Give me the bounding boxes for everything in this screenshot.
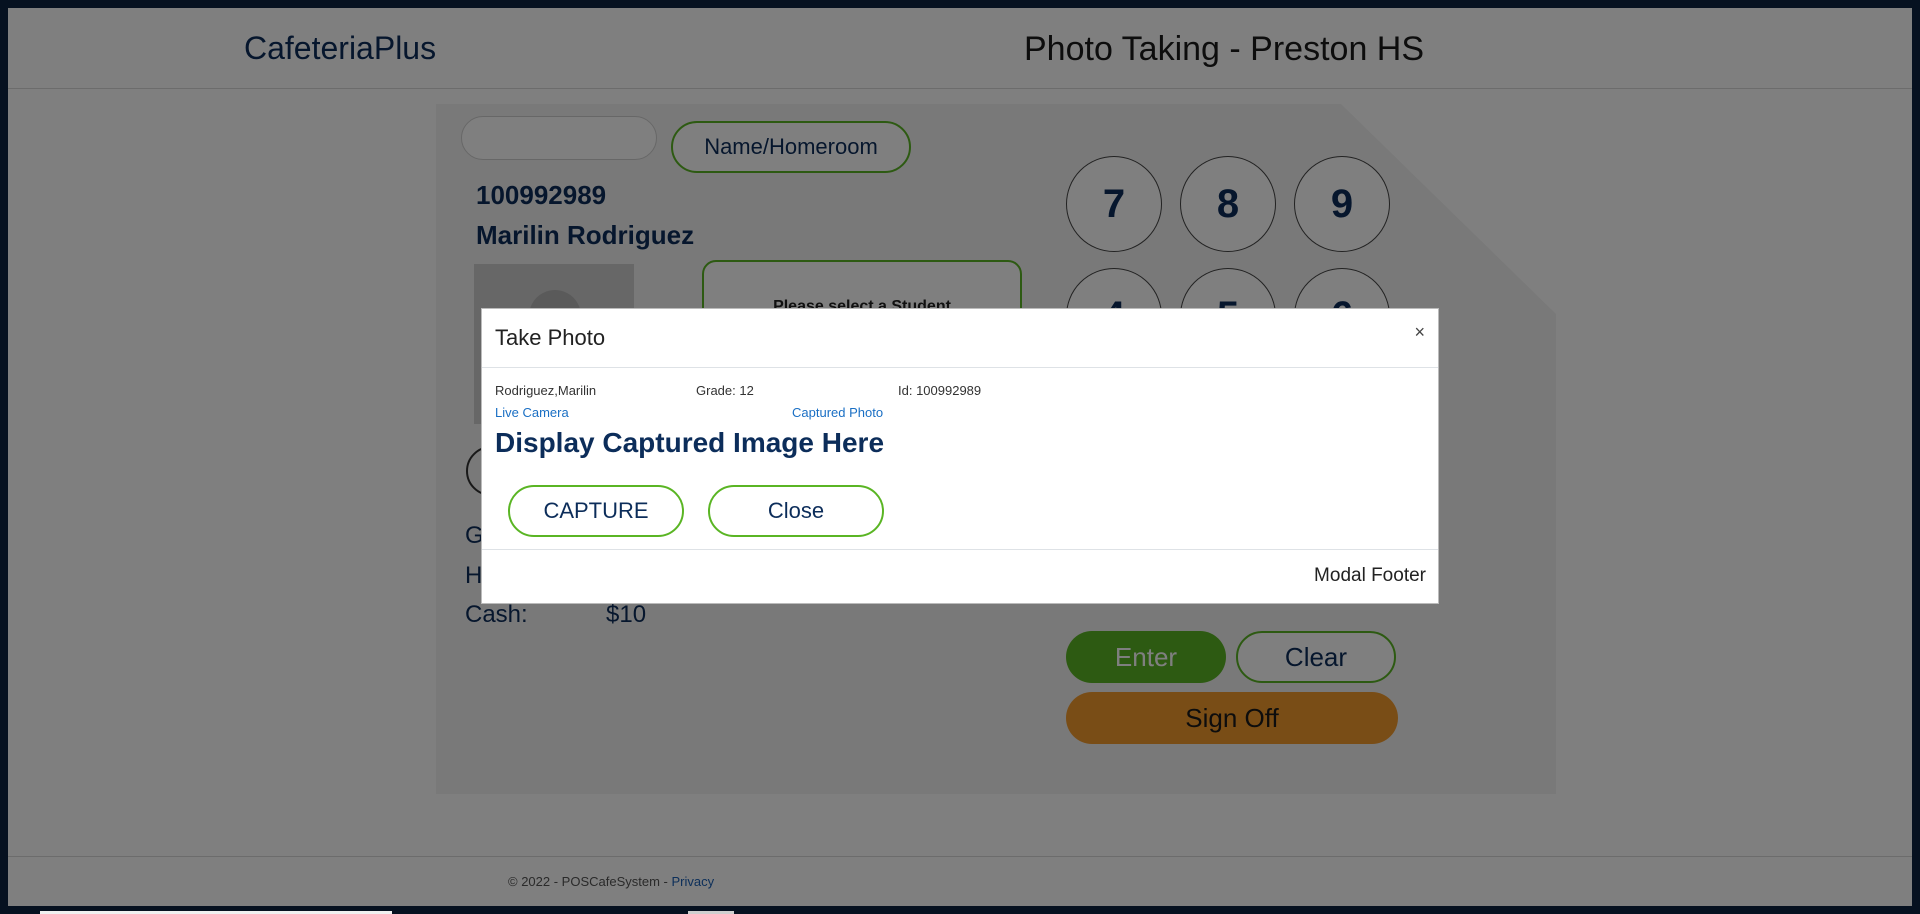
- live-camera-label[interactable]: Live Camera: [495, 405, 569, 420]
- modal-footer: Modal Footer: [482, 549, 1438, 605]
- captured-image-display: Display Captured Image Here: [495, 427, 885, 458]
- modal-student-id: Id: 100992989: [898, 383, 982, 398]
- modal-student-name: Rodriguez,Marilin: [495, 383, 597, 398]
- modal-header: Take Photo ×: [482, 309, 1438, 368]
- modal-close-button[interactable]: Close: [708, 485, 884, 537]
- modal-grade: Grade: 12: [696, 383, 754, 398]
- captured-photo-label[interactable]: Captured Photo: [792, 405, 883, 420]
- modal-footer-text: Modal Footer: [1314, 565, 1426, 586]
- modal-title: Take Photo: [495, 325, 606, 350]
- take-photo-modal: Take Photo × Rodriguez,Marilin Grade: 12…: [481, 308, 1439, 604]
- capture-button[interactable]: CAPTURE: [508, 485, 684, 537]
- close-icon[interactable]: ×: [1414, 322, 1425, 343]
